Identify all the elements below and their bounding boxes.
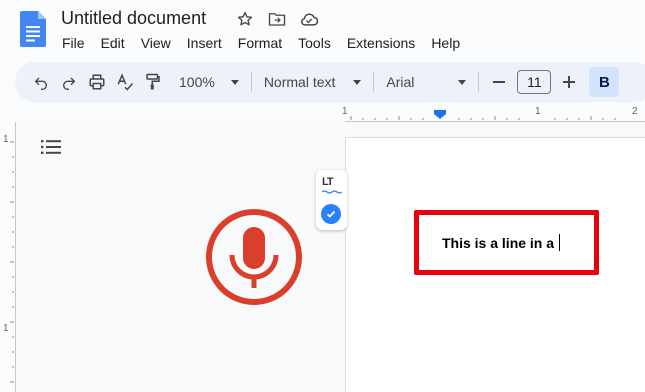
chevron-down-icon [458,79,467,85]
divider [250,72,252,92]
zoom-value: 100% [179,74,215,90]
vertical-ruler[interactable]: 1 1 [0,122,16,392]
style-value: Normal text [263,74,336,90]
microphone-icon[interactable] [205,208,303,306]
ruler-label: 2 [632,106,638,117]
font-dropdown[interactable]: Arial [380,68,472,96]
paint-format-icon[interactable] [139,68,167,96]
menu-format[interactable]: Format [230,33,290,53]
menu-insert[interactable]: Insert [179,33,230,53]
chevron-down-icon [353,79,362,85]
menu-view[interactable]: View [133,33,179,53]
horizontal-ruler[interactable]: 1 1 2 [342,106,645,122]
menu-file[interactable]: File [53,33,93,53]
increase-font-size-button[interactable] [555,68,583,96]
font-value: Arial [386,74,415,90]
toolbar: 100% Normal text Arial 11 B [15,62,645,102]
move-folder-icon[interactable] [266,10,288,28]
outline-icon[interactable] [41,139,61,155]
bold-button[interactable]: B [589,67,620,97]
document-title[interactable]: Untitled document [61,8,206,29]
languagetool-widget[interactable]: LT [316,170,347,230]
spellcheck-icon[interactable] [111,68,139,96]
languagetool-icon: LT [322,176,334,188]
ruler-label: 1 [3,134,9,145]
ruler-label: 1 [535,106,541,117]
menu-tools[interactable]: Tools [290,33,339,53]
undo-icon[interactable] [27,68,55,96]
cloud-status-icon[interactable] [298,10,320,28]
check-icon[interactable] [321,204,341,224]
wave-icon [322,190,342,194]
divider [478,72,480,92]
zoom-dropdown[interactable]: 100% [173,68,245,96]
menu-edit[interactable]: Edit [93,33,133,53]
docs-logo-icon[interactable] [20,11,46,47]
highlight-box [414,210,599,275]
chevron-down-icon [230,79,239,85]
decrease-font-size-button[interactable] [485,68,513,96]
redo-icon[interactable] [55,68,83,96]
star-icon[interactable] [234,10,256,28]
print-icon[interactable] [83,68,111,96]
ruler-label: 1 [3,323,9,334]
style-dropdown[interactable]: Normal text [258,68,368,96]
menu-extensions[interactable]: Extensions [339,33,423,53]
ruler-label: 1 [342,106,348,117]
font-size-input[interactable]: 11 [517,70,552,94]
divider [373,72,375,92]
menu-help[interactable]: Help [423,33,468,53]
